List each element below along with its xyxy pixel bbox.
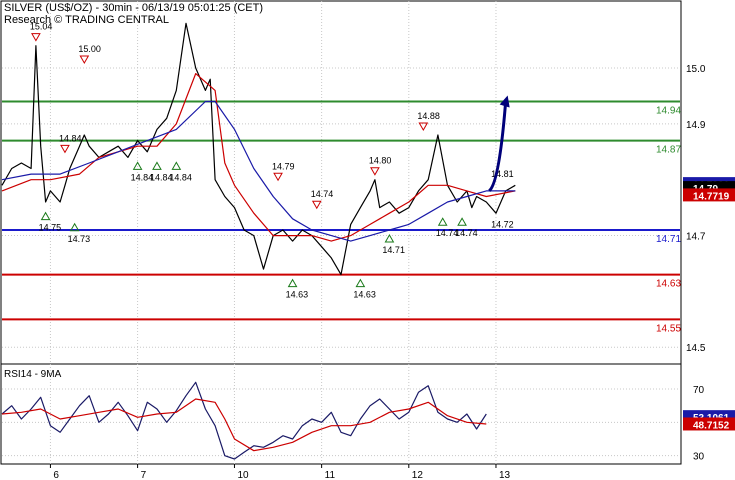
- swing-high-label: 14.79: [272, 161, 295, 171]
- svg-text:48.7152: 48.7152: [693, 420, 730, 431]
- x-tick-label: 13: [499, 470, 511, 480]
- rsi-tick-label: 30: [693, 452, 705, 463]
- svg-text:14.7719: 14.7719: [693, 191, 730, 202]
- target-annotation: 14.72: [491, 219, 514, 229]
- price-tag-layer: 14.792114.7914.771953.106148.7152: [683, 177, 735, 431]
- level-label: 14.55: [656, 323, 681, 334]
- level-label: 14.63: [656, 279, 681, 290]
- rsi-tick-label: 70: [693, 385, 705, 396]
- price-panel: [0, 0, 682, 365]
- rsi-panel: [0, 363, 682, 465]
- swing-low-label: 14.84: [169, 172, 192, 182]
- price-tick-label: 14.5: [686, 343, 706, 354]
- swing-high-label: 14.84: [59, 133, 82, 143]
- level-label: 14.71: [656, 234, 681, 245]
- x-tick-label: 12: [412, 470, 424, 480]
- swing-low-label: 14.63: [353, 290, 376, 300]
- level-label: 14.87: [656, 145, 681, 156]
- price-tick-label: 14.7: [686, 232, 706, 243]
- x-tick-label: 10: [237, 470, 249, 480]
- swing-low-label: 14.71: [382, 245, 405, 255]
- chart-subtitle: Research © TRADING CENTRAL: [4, 14, 169, 26]
- swing-low-label: 14.63: [286, 290, 309, 300]
- swing-low-label: 14.73: [68, 234, 91, 244]
- price-tag: 14.7719: [683, 188, 735, 202]
- swing-high-label: 14.88: [417, 111, 440, 121]
- rsi-tag: 48.7152: [683, 417, 735, 431]
- swing-high-label: 14.80: [369, 156, 392, 166]
- chart-canvas: 14.9414.8714.7114.6314.55 15.0415.0014.8…: [0, 0, 735, 480]
- price-tick-label: 15.0: [686, 64, 706, 75]
- swing-low-label: 14.75: [39, 223, 62, 233]
- x-tick-label: 7: [141, 470, 147, 480]
- price-tick-label: 14.9: [686, 120, 706, 131]
- rsi-title: RSI14 - 9MA: [4, 369, 62, 380]
- x-tick-label: 11: [325, 470, 336, 480]
- swing-high-label: 15.00: [78, 44, 101, 54]
- swing-low-label: 14.74: [455, 228, 478, 238]
- chart-title: SILVER (US$/OZ) - 30min - 06/13/19 05:01…: [4, 2, 263, 14]
- level-label: 14.94: [656, 106, 681, 117]
- x-tick-label: 6: [53, 470, 59, 480]
- swing-high-label: 14.74: [311, 189, 334, 199]
